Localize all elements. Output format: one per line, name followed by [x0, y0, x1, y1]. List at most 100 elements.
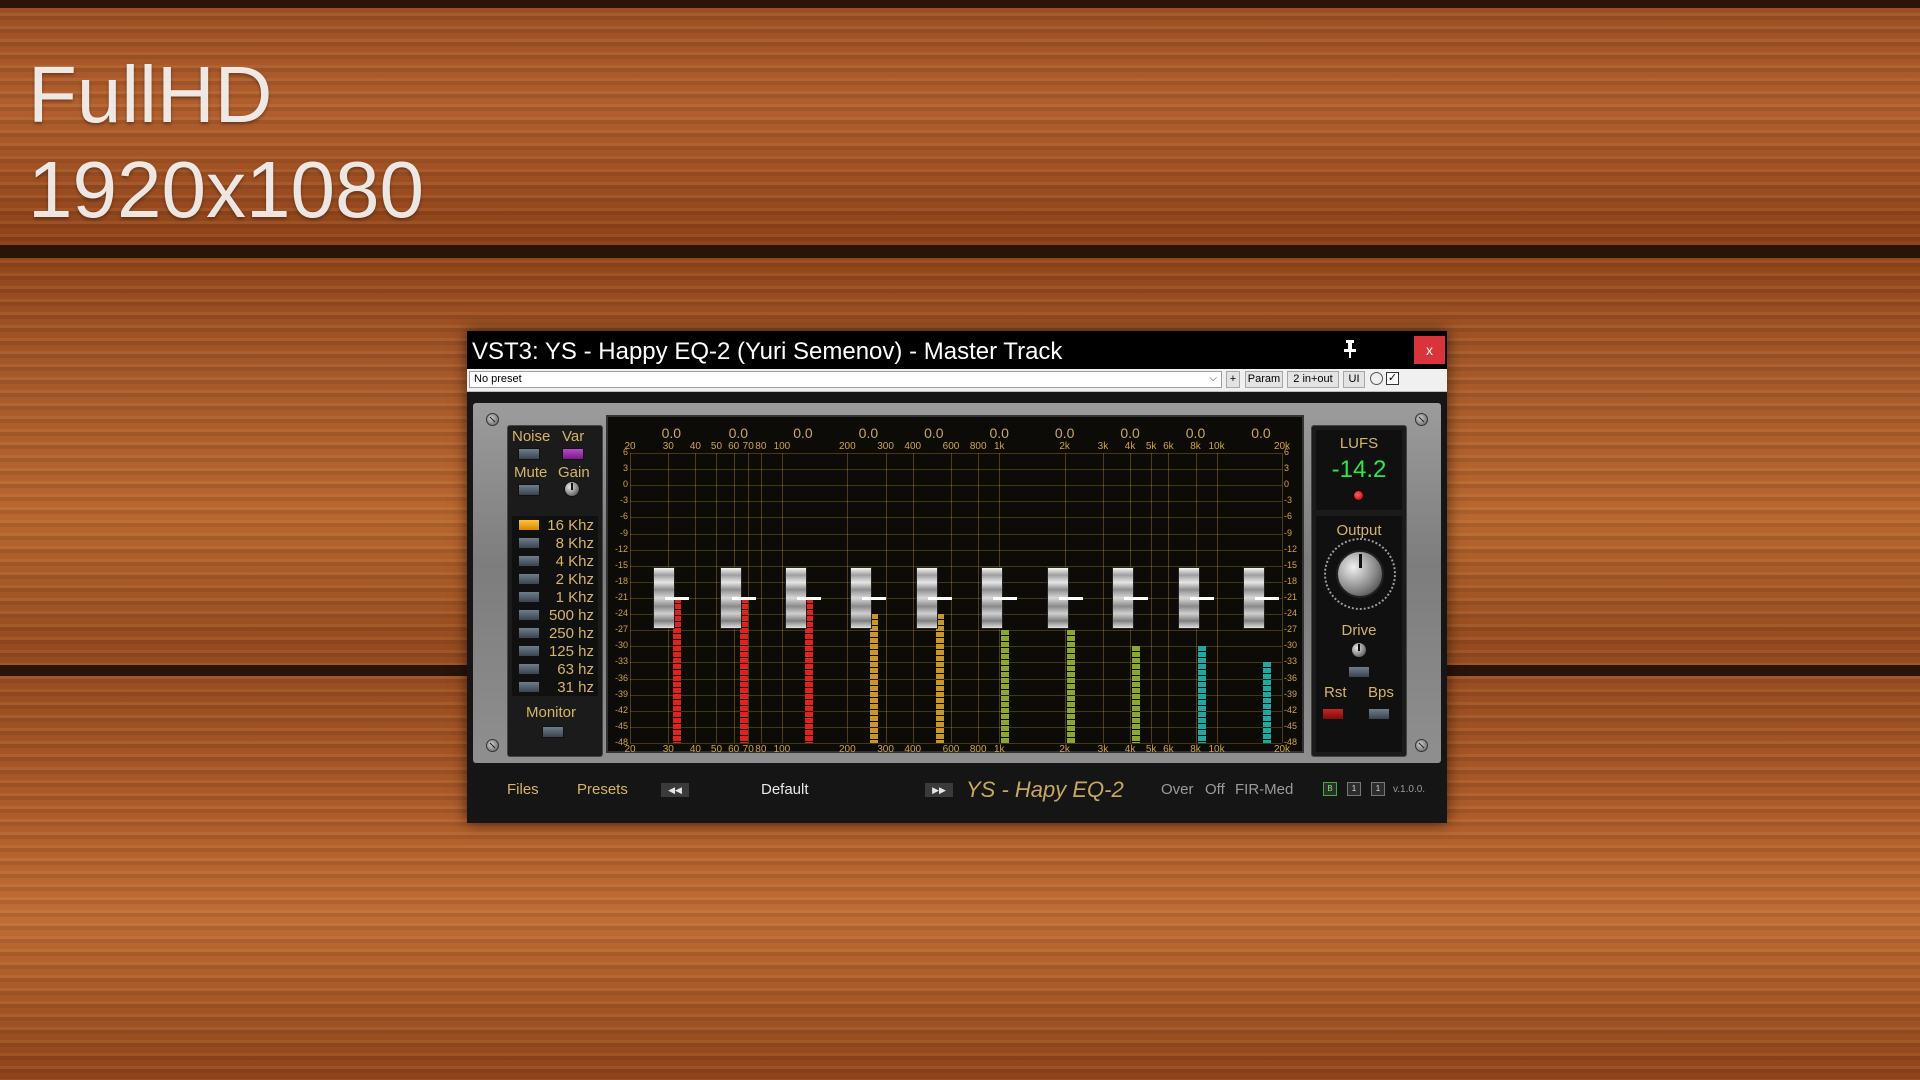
bypass-button[interactable]: [1368, 708, 1390, 720]
freq-row-3[interactable]: 2 Khz: [512, 570, 598, 588]
freq-row-8[interactable]: 63 hz: [512, 660, 598, 678]
freq-scale-label: 1k: [993, 441, 1005, 452]
files-button[interactable]: Files: [507, 781, 539, 798]
option-2-button[interactable]: 1: [1371, 782, 1385, 796]
preset-select-value: No preset: [474, 373, 522, 385]
noise-label: Noise: [512, 428, 551, 445]
bypass-round-icon[interactable]: [1370, 372, 1383, 385]
freq-scale-label: 20: [624, 744, 636, 755]
db-scale-label: -30: [614, 640, 628, 651]
output-label: Output: [1336, 522, 1382, 539]
freq-scale-label: 100: [773, 441, 791, 452]
freq-row-0[interactable]: 16 Khz: [512, 516, 598, 534]
ui-button[interactable]: UI: [1343, 371, 1365, 388]
freq-toggle[interactable]: [518, 591, 540, 603]
freq-scale-label: 20k: [1273, 441, 1291, 452]
freq-label: 31 hz: [557, 679, 594, 696]
oversampling-label: Over: [1161, 781, 1194, 798]
output-knob[interactable]: [1336, 550, 1384, 598]
pin-icon[interactable]: [1343, 339, 1357, 359]
freq-row-4[interactable]: 1 Khz: [512, 588, 598, 606]
previous-preset-button[interactable]: ◀◀: [661, 783, 689, 797]
gain-knob[interactable]: [564, 481, 580, 497]
level-meter: [1001, 630, 1010, 743]
freq-row-6[interactable]: 250 hz: [512, 624, 598, 642]
drive-button[interactable]: [1348, 666, 1370, 678]
fader-indicator: [665, 597, 690, 600]
title-bar[interactable]: VST3: YS - Happy EQ-2 (Yuri Semenov) - M…: [467, 331, 1447, 369]
clip-led-icon[interactable]: [1353, 490, 1364, 501]
freq-scale-label: 20k: [1273, 744, 1291, 755]
freq-toggle[interactable]: [518, 645, 540, 657]
grid-line-v: [847, 453, 849, 743]
band-gain-value: 0.0: [728, 425, 749, 441]
freq-scale-label: 3k: [1097, 744, 1109, 755]
option-1-button[interactable]: 1: [1347, 782, 1361, 796]
close-button[interactable]: x: [1414, 336, 1445, 364]
freq-row-5[interactable]: 500 hz: [512, 606, 598, 624]
b-button[interactable]: B: [1323, 782, 1337, 796]
freq-row-2[interactable]: 4 Khz: [512, 552, 598, 570]
grid-line-v: [912, 453, 914, 743]
mute-button[interactable]: [518, 484, 540, 496]
next-preset-button[interactable]: ▶▶: [925, 783, 953, 797]
db-scale-label: -9: [1284, 527, 1293, 538]
filter-mode[interactable]: FIR-Med: [1235, 781, 1293, 798]
freq-toggle[interactable]: [518, 537, 540, 549]
db-scale-label: -45: [614, 720, 628, 731]
db-scale-label: -39: [614, 688, 628, 699]
freq-row-7[interactable]: 125 hz: [512, 642, 598, 660]
grid-line-h: [630, 662, 1282, 664]
lufs-value: -14.2: [1331, 456, 1387, 483]
level-meter: [1262, 662, 1271, 743]
freq-scale-label: 200: [838, 441, 856, 452]
drive-knob[interactable]: [1351, 642, 1367, 658]
param-button[interactable]: Param: [1245, 371, 1283, 388]
fader-indicator: [1124, 597, 1149, 600]
var-button[interactable]: [562, 448, 584, 460]
freq-row-9[interactable]: 31 hz: [512, 678, 598, 696]
freq-scale-label: 6k: [1163, 441, 1174, 452]
db-scale-label: -39: [1284, 688, 1298, 699]
db-scale-label: -3: [1284, 495, 1293, 506]
monitor-button[interactable]: [542, 726, 564, 738]
screw-icon: [486, 413, 499, 426]
freq-toggle[interactable]: [518, 663, 540, 675]
freq-scale-label: 2k: [1059, 441, 1070, 452]
db-scale-label: -12: [1284, 543, 1298, 554]
freq-toggle[interactable]: [518, 519, 540, 531]
db-scale-label: -24: [614, 608, 628, 619]
host-toolbar: No preset ⌵ + Param 2 in+out UI ✓: [467, 369, 1447, 392]
db-scale-label: -36: [614, 672, 628, 683]
oversampling-value[interactable]: Off: [1205, 781, 1225, 798]
reset-button[interactable]: [1322, 708, 1344, 720]
enable-checkbox[interactable]: ✓: [1386, 372, 1399, 385]
freq-toggle[interactable]: [518, 627, 540, 639]
level-meter: [870, 614, 879, 743]
freq-toggle[interactable]: [518, 555, 540, 567]
add-preset-button[interactable]: +: [1226, 371, 1240, 388]
grid-line-h: [630, 630, 1282, 632]
freq-toggle[interactable]: [518, 609, 540, 621]
presets-button[interactable]: Presets: [577, 781, 628, 798]
freq-toggle[interactable]: [518, 573, 540, 585]
band-gain-value: 0.0: [1185, 425, 1206, 441]
freq-row-1[interactable]: 8 Khz: [512, 534, 598, 552]
desktop-title-line1: FullHD: [28, 50, 273, 139]
level-meter: [1197, 646, 1206, 743]
noise-button[interactable]: [518, 448, 540, 460]
freq-toggle[interactable]: [518, 681, 540, 693]
grid-line-v: [1282, 453, 1283, 743]
band-gain-value: 0.0: [858, 425, 879, 441]
db-scale-label: -42: [1284, 704, 1298, 715]
grid-line-h: [630, 533, 1282, 535]
db-scale-label: -27: [1284, 624, 1298, 635]
io-button[interactable]: 2 in+out: [1287, 371, 1339, 388]
grid-line-h: [630, 646, 1282, 648]
grid-line-v: [1151, 453, 1153, 743]
band-gain-value: 0.0: [989, 425, 1009, 441]
fader-indicator: [1058, 597, 1083, 600]
lufs-label: LUFS: [1339, 435, 1379, 452]
freq-scale-label: 600: [942, 744, 960, 755]
preset-select[interactable]: No preset ⌵: [469, 371, 1222, 388]
